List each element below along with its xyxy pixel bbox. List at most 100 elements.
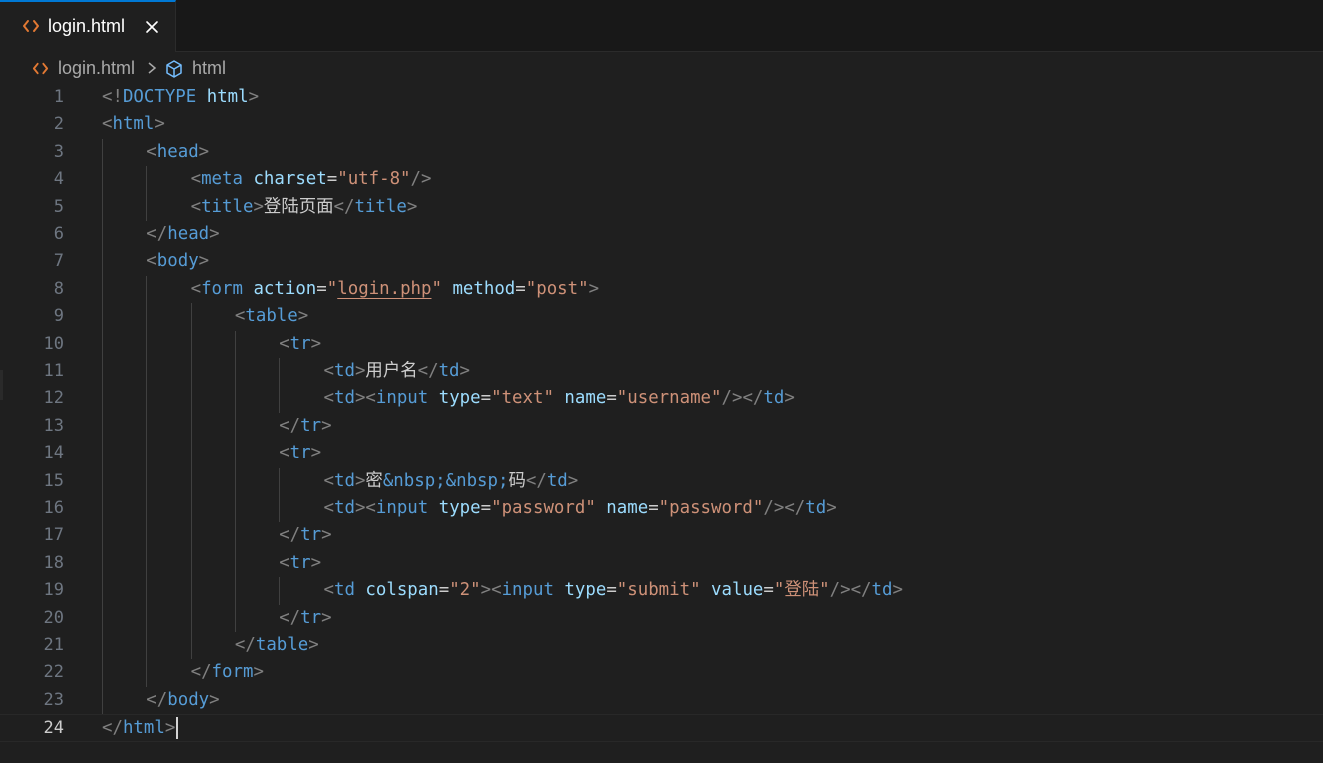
code-line[interactable]: 2 <html> [0,111,1323,138]
code-line[interactable]: 11 <td>用户名</td> [0,358,1323,385]
code-text: </html> [102,715,179,742]
breadcrumb-file[interactable]: login.html [58,58,135,79]
code-token: > [892,580,903,601]
code-token: = [606,580,617,601]
code-token: > [209,689,220,710]
code-line[interactable]: 20 </tr> [0,605,1323,632]
code-token: < [190,196,202,217]
code-token: td [763,388,785,409]
code-line[interactable]: 24 </html> [0,714,1323,742]
code-token: DOCTYPE [122,87,197,107]
code-token: </ [146,224,168,244]
code-line[interactable]: 3 <head> [0,139,1323,166]
code-token: type [438,498,481,518]
code-line[interactable]: 18 <tr> [0,550,1323,577]
code-token: >< [480,580,502,601]
code-line[interactable]: 16 <td><input type="password" name="passw… [0,495,1323,522]
code-line[interactable]: 4 <meta charset="utf-8"/> [0,166,1323,193]
code-token: </ [525,470,547,491]
code-line[interactable]: 5 <title>登陆页面</title> [0,194,1323,221]
line-number: 3 [53,141,64,162]
code-token: = [480,498,492,518]
code-line[interactable]: 6 </head> [0,221,1323,248]
indent-guide [234,330,236,632]
code-text: </table> [235,632,319,659]
code-token: </ [417,361,439,381]
code-token: td [805,498,827,518]
code-line[interactable]: 14 <tr> [0,440,1323,467]
code-token: </ [190,662,212,683]
code-token: < [279,443,290,464]
code-token: body [156,251,199,272]
code-token: > [784,388,795,409]
indent-guide [190,303,192,660]
code-token: > [164,718,176,739]
code-token: < [323,580,334,601]
code-line[interactable]: 12 <td><input type="text" name="username"… [0,385,1323,412]
code-token: = [480,388,492,409]
line-number: 7 [53,251,64,272]
code-token: </ [102,718,123,739]
code-text: <tr> [279,331,321,358]
code-line[interactable]: 1 <!DOCTYPE html> [0,84,1323,111]
code-token: colspan [365,580,439,601]
line-number: 4 [53,169,64,190]
code-token: action [253,278,317,299]
code-token: form [201,278,243,299]
code-token: title [201,196,254,217]
code-token: "2" [449,580,481,601]
code-line[interactable]: 8 <form action="login.php" method="post"> [0,276,1323,303]
code-line[interactable]: 13 </tr> [0,413,1323,440]
code-token: html [206,87,249,107]
code-token: < [146,251,157,272]
code-token: /></ [763,498,806,518]
code-text: <tr> [279,550,321,577]
code-line[interactable]: 17 </tr> [0,522,1323,549]
code-token: td [333,470,355,491]
tab-login-html[interactable]: login.html [0,0,176,52]
code-token: tr [289,552,311,573]
line-number: 21 [43,635,64,655]
code-editor[interactable]: 1 <!DOCTYPE html> 2 <html> 3 <head> 4 <meta cha… [0,84,1323,763]
code-token: head [156,141,199,162]
indent-guide [102,138,103,715]
line-number: 13 [43,415,64,436]
code-line[interactable]: 21 </table> [0,632,1323,659]
code-token: form [211,662,254,683]
code-text: </tr> [279,413,331,440]
code-token: table [255,635,309,655]
code-token: td [871,580,893,601]
code-token: > [406,196,418,217]
indent-guide [279,358,281,413]
code-line[interactable]: 9 <table> [0,303,1323,330]
code-token: > [310,443,322,464]
code-line[interactable]: 23 </body> [0,687,1323,714]
code-line[interactable]: 10 <tr> [0,331,1323,358]
line-number: 8 [53,278,64,299]
code-token: /></ [721,388,764,409]
code-text: <td>密&nbsp;&nbsp;码</td> [324,468,579,495]
code-token: < [279,552,290,573]
code-token: > [588,278,600,299]
code-line[interactable]: 7 <body> [0,248,1323,275]
code-token: = [438,580,450,601]
code-token: " [326,278,338,299]
line-number: 10 [43,333,64,354]
tab-label: login.html [48,16,126,36]
code-token: < [190,278,202,299]
line-number: 2 [53,114,64,135]
close-icon[interactable] [144,19,160,35]
code-token: > [154,114,165,135]
line-number: 11 [43,361,64,381]
code-line[interactable]: 22 </form> [0,659,1323,686]
code-token: > [198,251,210,272]
code-token: input [501,580,554,601]
code-token: </ [279,415,301,436]
code-line[interactable]: 15 <td>密&nbsp;&nbsp;码</td> [0,468,1323,495]
code-token: body [167,689,210,710]
line-number: 22 [43,662,64,683]
code-token: 用户名 [365,361,418,381]
code-line[interactable]: 19 <td colspan="2"><input type="submit" v… [0,577,1323,604]
breadcrumb-symbol[interactable]: html [192,58,226,79]
